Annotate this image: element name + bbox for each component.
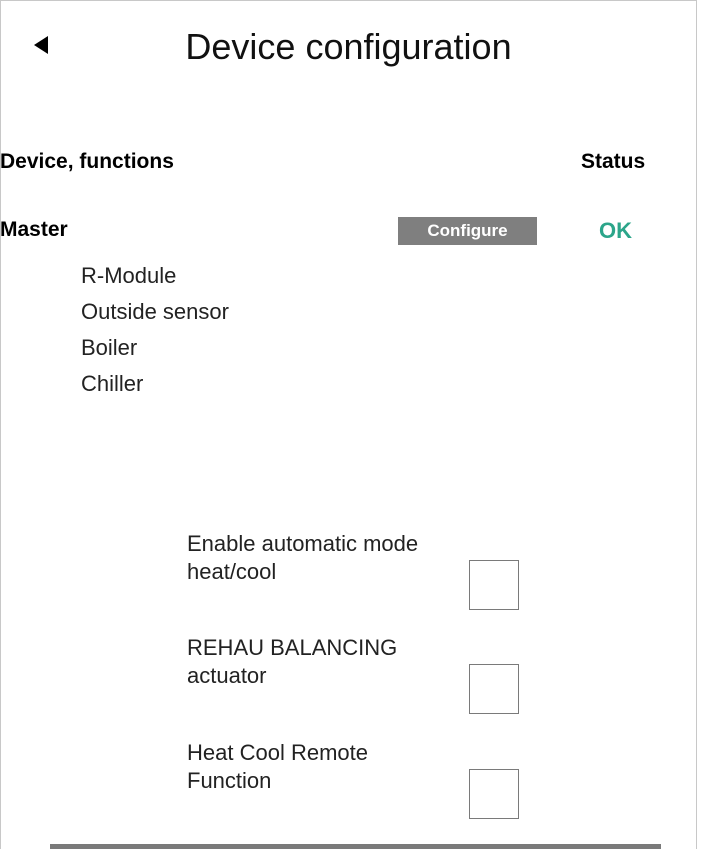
bottom-divider xyxy=(50,844,661,849)
status-badge: OK xyxy=(599,218,632,243)
function-item-chiller: Chiller xyxy=(81,371,144,396)
configure-button[interactable]: Configure xyxy=(398,217,537,245)
option-heat-cool-remote: Heat Cool Remote Function xyxy=(187,739,527,819)
column-header-status: Status xyxy=(581,150,646,173)
function-item-boiler: Boiler xyxy=(81,335,138,360)
function-list: R-Module Outside sensor Boiler Chiller xyxy=(81,258,229,402)
column-header-device: Device, functions xyxy=(0,150,174,173)
heat-cool-remote-checkbox[interactable] xyxy=(469,769,519,819)
app-frame xyxy=(0,0,697,849)
option-balancing-actuator: REHAU BALANCING actuator xyxy=(187,634,527,714)
auto-mode-checkbox[interactable] xyxy=(469,560,519,610)
function-item-outside-sensor: Outside sensor xyxy=(81,299,229,324)
function-item-r-module: R-Module xyxy=(81,263,177,288)
page-title: Device configuration xyxy=(185,26,512,67)
balancing-actuator-checkbox[interactable] xyxy=(469,664,519,714)
device-name: Master xyxy=(0,218,68,241)
option-auto-mode: Enable automatic mode heat/cool xyxy=(187,530,527,610)
